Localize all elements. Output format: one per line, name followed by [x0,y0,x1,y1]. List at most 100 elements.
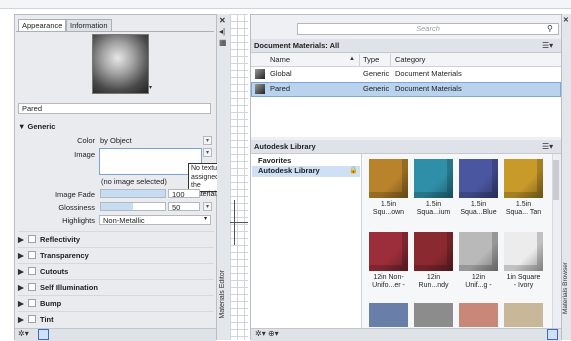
section-checkbox[interactable] [28,283,36,291]
material-swatch[interactable] [414,159,453,198]
library-options-icon[interactable]: ☰▾ [542,142,553,151]
preview-options-arrow[interactable]: ▾ [149,84,152,91]
properties-icon[interactable]: ▦ [219,38,227,47]
material-swatch[interactable] [369,303,408,327]
auto-hide-icon[interactable]: ◂| [219,27,225,36]
swatch-label-line: 1.5in [380,201,397,208]
row-type: Generic [363,69,390,78]
expand-triangle-icon: ▶ [18,299,24,308]
material-swatch[interactable] [414,303,453,327]
material-preview[interactable] [92,34,149,94]
image-fade-fill [101,190,165,197]
swatch-label-line: 1.5in [515,201,532,208]
tab-information[interactable]: Information [66,19,112,31]
tab-underline [16,31,214,32]
crosshair-horizontal [230,222,248,223]
column-category[interactable]: Category [395,54,425,66]
expand-triangle-icon: ▶ [18,283,24,292]
open-browser-icon[interactable] [38,329,49,340]
glossiness-slider[interactable] [100,202,166,211]
material-swatch[interactable] [369,159,408,198]
highlights-chevron-icon: ▾ [204,216,208,222]
swatch-label-line: Squa...Blue [460,209,497,216]
material-swatch[interactable] [459,232,498,271]
section-bump[interactable]: ▶ Bump [18,295,214,311]
material-swatch[interactable] [504,159,543,198]
editor-side-label: Materials Editor [219,270,226,319]
swatch-label-line: 12in [426,274,441,281]
highlights-label: Highlights [62,216,95,225]
color-label: Color [77,136,95,145]
expand-triangle-icon: ▶ [18,315,24,324]
section-checkbox[interactable] [28,299,36,307]
material-thumb-icon [255,84,265,94]
open-editor-icon[interactable] [547,329,558,340]
image-fade-value[interactable]: 100 [168,189,200,199]
column-name[interactable]: Name [270,54,290,66]
material-swatch[interactable] [414,232,453,271]
material-swatch[interactable] [504,232,543,271]
top-strip [0,0,571,9]
swatch-label-line: Run...ndy [418,282,449,289]
browser-side-label: Materials Browser [562,262,569,315]
material-swatch-label: 1.5in Squa... Tan [501,201,546,217]
glossiness-dropdown[interactable]: ▾ [203,202,212,211]
image-label: Image [74,150,95,159]
section-transparency[interactable]: ▶ Transparency [18,247,214,263]
glossiness-value[interactable]: 50 [168,202,200,212]
image-caption: (no image selected) [101,177,167,186]
section-tint[interactable]: ▶ Tint [18,311,214,327]
swatch-label-line: 1.5in [425,201,442,208]
section-checkbox[interactable] [28,251,36,259]
tab-appearance[interactable]: Appearance [18,19,67,31]
glossiness-label: Glossiness [58,203,95,212]
search-icon[interactable]: ⚲ [547,24,553,33]
column-type[interactable]: Type [363,54,379,66]
image-slot[interactable] [99,148,202,175]
highlights-select[interactable]: Non-Metallic [99,215,211,225]
swatch-label-line: 1in Square [506,274,541,281]
material-swatch-label: 1.5in Squ...own [366,201,411,217]
swatch-label-line: - Ivory [513,282,534,289]
view-options-icon[interactable]: ☰▾ [542,41,553,50]
browser-options-icon[interactable]: ✲▾ ⊕▾ [255,329,279,338]
swatch-label-line: Unif...g - [465,282,492,289]
section-cutouts[interactable]: ▶ Cutouts [18,263,214,279]
section-self-illumination[interactable]: ▶ Self Illumination [18,279,214,295]
crosshair-vertical [234,200,235,245]
expand-triangle-icon: ▶ [18,251,24,260]
image-fade-slider[interactable] [100,189,166,198]
glossiness-fill [101,203,133,210]
row-category: Document Materials [395,69,462,78]
generic-section-header[interactable]: ▼ Generic [18,122,55,131]
expand-triangle-icon: ▼ [18,122,28,131]
material-swatch-label: 12in Run...ndy [411,274,456,290]
drawing-area[interactable] [230,14,248,340]
swatch-label-line: 1.5in [470,201,487,208]
section-checkbox[interactable] [28,267,36,275]
library-tree [251,154,362,328]
color-dropdown[interactable]: ▾ [203,136,212,145]
close-icon[interactable]: ✕ [219,16,226,25]
material-swatch[interactable] [369,232,408,271]
image-dropdown[interactable]: ▾ [203,148,212,157]
row-category: Document Materials [395,84,462,93]
material-name-field[interactable]: Pared [18,103,211,114]
material-swatch[interactable] [459,303,498,327]
search-input[interactable]: Search [297,23,559,35]
close-icon[interactable]: ✕ [563,16,569,25]
swatch-label-line: 12in [471,274,486,281]
section-checkbox[interactable] [28,235,36,243]
material-swatch[interactable] [459,159,498,198]
expand-triangle-icon: ▶ [18,235,24,244]
swatch-label-line: Unifo...er - [372,282,405,289]
sort-ascending-icon: ▲ [349,56,355,62]
material-options-icon[interactable]: ✲▾ [18,329,29,338]
section-reflectivity[interactable]: ▶ Reflectivity [18,231,214,247]
swatch-label-line: 12in Non- [373,274,404,281]
scrollbar-thumb[interactable] [553,160,559,200]
material-swatch[interactable] [504,303,543,327]
section-checkbox[interactable] [28,315,36,323]
color-value[interactable]: by Object [100,136,132,145]
image-fade-label: Image Fade [54,190,95,199]
